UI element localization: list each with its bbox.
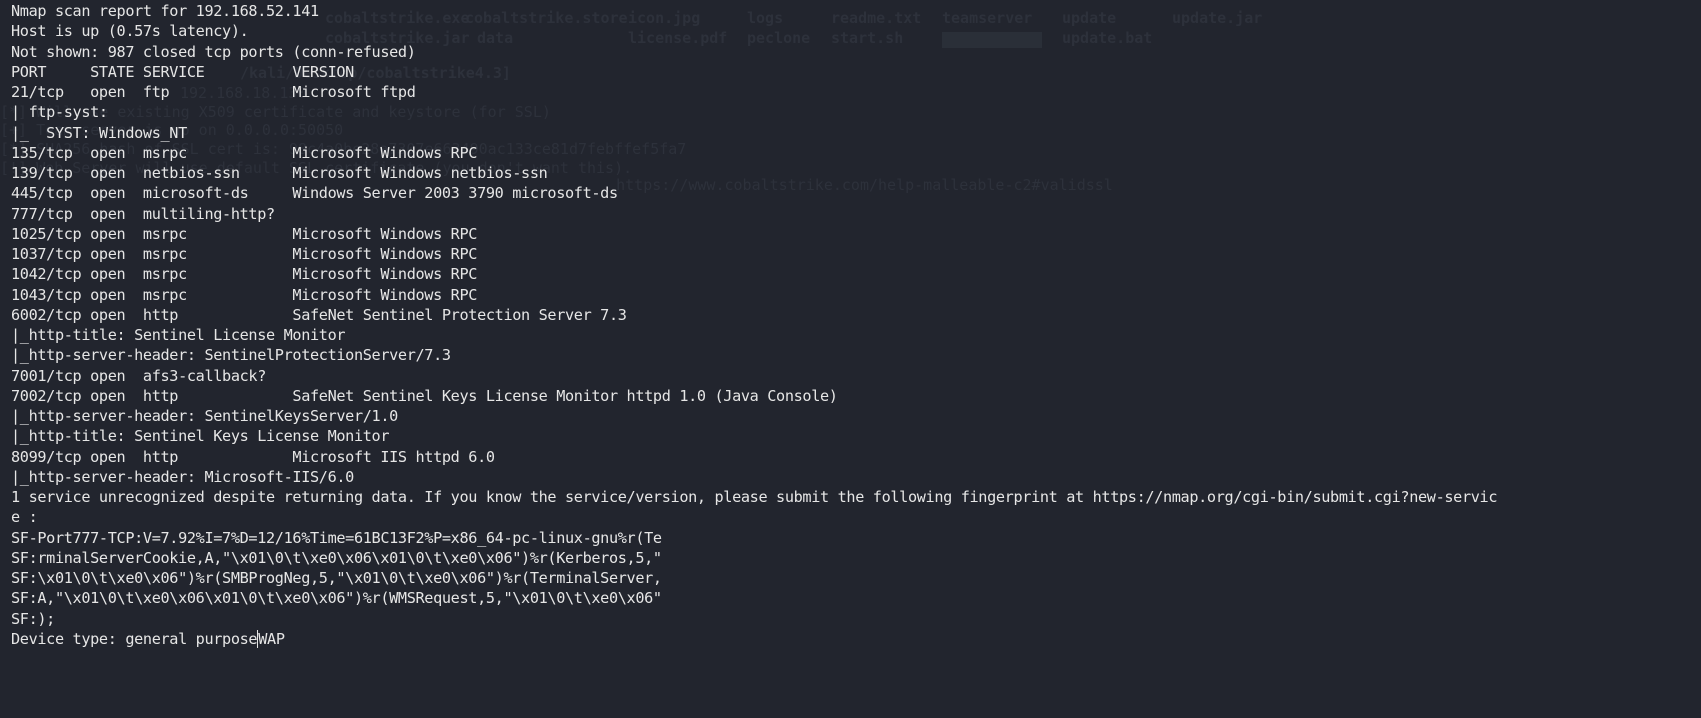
terminal-line: 7001/tcp open afs3-callback? [11, 366, 267, 385]
terminal-line: SF:); [11, 609, 55, 628]
terminal-line: PORT STATE SERVICE VERSION [11, 62, 354, 81]
device-type-line: Device type: general purposeWAP [11, 629, 1701, 649]
terminal-line: 8099/tcp open http Microsoft IIS httpd 6… [11, 447, 495, 466]
terminal-line: |_http-server-header: SentinelProtection… [11, 346, 451, 365]
terminal-line: 1037/tcp open msrpc Microsoft Windows RP… [11, 245, 478, 263]
terminal-line: Host is up (0.57s latency). [11, 22, 249, 41]
terminal-line: |_http-server-header: SentinelKeysServer… [11, 407, 398, 425]
terminal-line: 135/tcp open msrpc Microsoft Windows RPC [11, 143, 478, 162]
terminal-line: |_http-title: Sentinel License Monitor [11, 326, 346, 344]
terminal-line: SF-Port777-TCP:V=7.92%I=7%D=12/16%Time=6… [11, 528, 662, 547]
terminal-line: 1042/tcp open msrpc Microsoft Windows RP… [11, 265, 478, 284]
terminal-line: |_ SYST: Windows_NT [11, 123, 187, 142]
terminal-line: |_http-title: Sentinel Keys License Moni… [11, 427, 390, 446]
terminal-line: 1025/tcp open msrpc Microsoft Windows RP… [11, 224, 478, 243]
terminal-line: 1043/tcp open msrpc Microsoft Windows RP… [11, 285, 478, 304]
terminal-line: 445/tcp open microsoft-ds Windows Server… [11, 184, 618, 203]
terminal-line: e : [11, 508, 38, 527]
terminal-line: Not shown: 987 closed tcp ports (conn-re… [11, 42, 416, 61]
terminal-output[interactable]: Nmap scan report for 192.168.52.141 Host … [11, 1, 1701, 649]
terminal-line: SF:A,"\x01\0\t\xe0\x06\x01\0\t\xe0\x06")… [11, 589, 662, 608]
terminal-line: 777/tcp open multiling-http? [11, 204, 275, 223]
terminal-line: SF:rminalServerCookie,A,"\x01\0\t\xe0\x0… [11, 548, 662, 567]
terminal-line: 7002/tcp open http SafeNet Sentinel Keys… [11, 386, 838, 405]
terminal-line: |_http-server-header: Microsoft-IIS/6.0 [11, 467, 354, 486]
terminal-line: Nmap scan report for 192.168.52.141 [11, 2, 319, 20]
terminal-line: 21/tcp open ftp Microsoft ftpd [11, 83, 416, 101]
terminal-line: SF:\x01\0\t\xe0\x06")%r(SMBProgNeg,5,"\x… [11, 569, 662, 587]
terminal-line: 1 service unrecognized despite returning… [11, 488, 1498, 506]
terminal-line: 6002/tcp open http SafeNet Sentinel Prot… [11, 305, 627, 324]
device-type-suffix: WAP [258, 629, 285, 648]
terminal-line: 139/tcp open netbios-ssn Microsoft Windo… [11, 164, 548, 182]
device-type-text: Device type: general purpose [11, 629, 258, 648]
terminal-line: | ftp-syst: [11, 103, 108, 122]
